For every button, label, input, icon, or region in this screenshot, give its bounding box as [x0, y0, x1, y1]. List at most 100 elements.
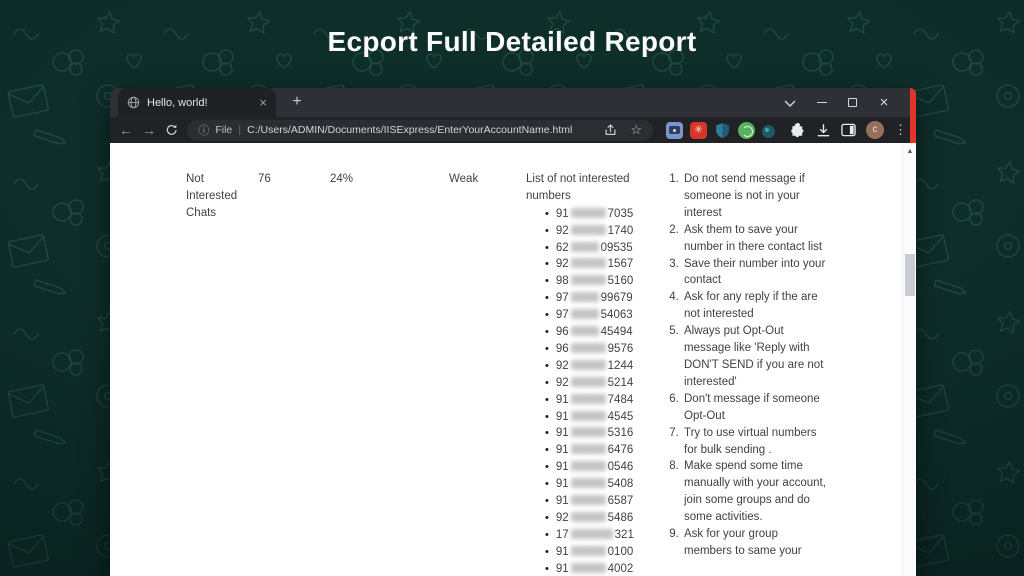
browser-window: Hello, world! × + × ← → ⓘ File | C:/User… [110, 88, 916, 576]
blurred-digits [571, 309, 599, 319]
back-icon[interactable]: ← [119, 123, 133, 137]
blurred-digits [571, 258, 606, 268]
window-controls: × [784, 88, 890, 117]
address-bar[interactable]: ⓘ File | C:/Users/ADMIN/Documents/IISExp… [187, 120, 653, 141]
phone-number-item: •921740 [545, 223, 658, 240]
tip-item: Make spend some time manually with your … [682, 458, 827, 526]
phone-number-item: •925486 [545, 510, 658, 527]
tab-strip: Hello, world! × + × [110, 88, 916, 117]
maximize-button[interactable] [848, 98, 857, 107]
blurred-digits [571, 427, 606, 437]
tip-item: Try to use virtual numbers for bulk send… [682, 425, 827, 459]
teal-sphere-extension-icon[interactable] [762, 125, 775, 138]
blurred-digits [571, 546, 606, 556]
page-title: Ecport Full Detailed Report [0, 26, 1024, 58]
phone-number-item: •921244 [545, 358, 658, 375]
blurred-digits [571, 225, 606, 235]
phone-number-item: •6209535 [545, 240, 658, 257]
tab-title: Hello, world! [147, 97, 252, 109]
report-table: Not Interested Chats 76 24% Weak List of… [110, 143, 916, 576]
tip-item: Ask for any reply if the are not interes… [682, 289, 827, 323]
percentage-cell: 24% [330, 171, 353, 188]
globe-favicon-icon [127, 96, 140, 109]
blurred-digits [571, 360, 606, 370]
phone-number-item: •917484 [545, 392, 658, 409]
phone-number-item: •914002 [545, 561, 658, 576]
phone-number-item: •910546 [545, 459, 658, 476]
numbers-list-title: List of not interested numbers [526, 171, 658, 205]
recording-indicator-strip [910, 88, 916, 143]
phone-number-item: •910100 [545, 544, 658, 561]
blurred-digits [571, 512, 606, 522]
phone-number-item: •917035 [545, 206, 658, 223]
blurred-digits [571, 377, 606, 387]
blurred-digits [571, 411, 606, 421]
phone-number-item: •925214 [545, 375, 658, 392]
red-extension-icon[interactable] [690, 122, 707, 139]
numbers-list: •917035•921740•6209535•921567•985160•979… [526, 206, 658, 576]
blurred-digits [571, 394, 606, 404]
tab-close-icon[interactable]: × [259, 96, 267, 109]
chevron-down-icon[interactable] [784, 99, 796, 107]
blurred-digits [571, 461, 606, 471]
phone-number-item: •9645494 [545, 324, 658, 341]
share-icon[interactable] [603, 123, 618, 137]
minimize-button[interactable] [817, 102, 827, 104]
blurred-digits [571, 529, 613, 539]
tip-item: Do not send message if someone is not in… [682, 171, 827, 222]
forward-icon[interactable]: → [142, 123, 156, 137]
blue-capture-extension-icon[interactable] [666, 122, 683, 139]
blurred-digits [571, 275, 606, 285]
profile-avatar[interactable]: c [866, 121, 884, 139]
browser-menu-kebab-icon[interactable]: ⋮ [894, 122, 907, 138]
phone-number-item: •916476 [545, 442, 658, 459]
count-cell: 76 [258, 171, 271, 188]
phone-number-item: •9754063 [545, 307, 658, 324]
phone-number-item: •915408 [545, 476, 658, 493]
phone-number-item: •969576 [545, 341, 658, 358]
blurred-digits [571, 478, 606, 488]
tip-item: Don't message if someone Opt-Out [682, 391, 827, 425]
tip-item: Ask them to save your number in there co… [682, 222, 827, 256]
blurred-digits [571, 326, 599, 336]
tip-item: Always put Opt-Out message like 'Reply w… [682, 323, 827, 391]
blurred-digits [571, 563, 606, 573]
site-info-icon[interactable]: ⓘ [198, 122, 209, 138]
phone-number-item: •916587 [545, 493, 658, 510]
phone-number-item: •921567 [545, 256, 658, 273]
scrollbar-thumb[interactable] [905, 254, 915, 296]
extensions-row [666, 122, 775, 139]
page-scrollbar[interactable]: ▲ [902, 143, 916, 576]
tips-list: Do not send message if someone is not in… [667, 171, 827, 560]
toolbar-right-actions: c ⋮ [790, 121, 907, 139]
tips-column: Do not send message if someone is not in… [667, 171, 827, 560]
extensions-puzzle-icon[interactable] [790, 122, 806, 138]
numbers-column: List of not interested numbers •917035•9… [526, 171, 658, 576]
metric-cell: Not Interested Chats [186, 171, 250, 222]
blurred-digits [571, 208, 606, 218]
url-scheme-label: File [215, 124, 232, 136]
browser-tab[interactable]: Hello, world! × [118, 88, 276, 117]
strength-cell: Weak [449, 171, 478, 188]
blurred-digits [571, 242, 599, 252]
tip-item: Save their number into your contact [682, 256, 827, 290]
blurred-digits [571, 444, 606, 454]
url-path: C:/Users/ADMIN/Documents/IISExpress/Ente… [247, 124, 572, 136]
phone-number-item: •915316 [545, 425, 658, 442]
phone-number-item: •914545 [545, 409, 658, 426]
phone-number-item: •9799679 [545, 290, 658, 307]
bookmark-star-icon[interactable]: ☆ [630, 122, 642, 138]
tip-item: Ask for your group members to same your [682, 526, 827, 560]
downloads-icon[interactable] [816, 123, 831, 138]
close-button[interactable]: × [878, 94, 890, 111]
blurred-digits [571, 292, 599, 302]
side-panel-icon[interactable] [841, 123, 856, 137]
browser-toolbar: ← → ⓘ File | C:/Users/ADMIN/Documents/II… [110, 117, 916, 143]
shield-vpn-extension-icon[interactable] [714, 122, 731, 139]
new-tab-button[interactable]: + [286, 92, 308, 114]
phone-number-item: •985160 [545, 273, 658, 290]
green-extension-icon[interactable] [738, 122, 755, 139]
scrollbar-up-arrow-icon[interactable]: ▲ [903, 148, 916, 155]
url-separator: | [238, 124, 241, 136]
reload-icon[interactable] [165, 123, 178, 137]
